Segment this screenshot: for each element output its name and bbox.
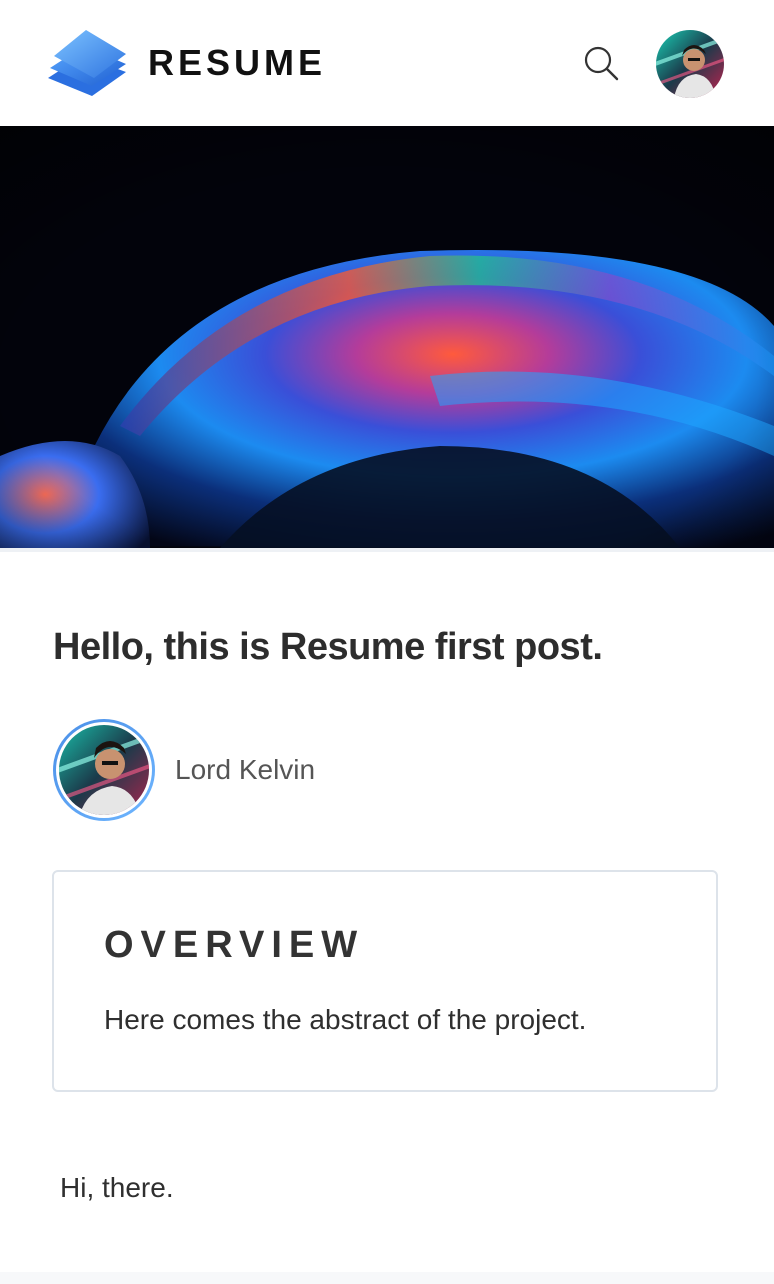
search-icon[interactable] (582, 44, 620, 82)
overview-text: Here comes the abstract of the project. (104, 1004, 587, 1035)
stacked-layers-icon[interactable] (46, 26, 128, 98)
overview-card: OVERVIEW Here comes the abstract of the … (52, 870, 718, 1092)
footer-strip (0, 1272, 774, 1284)
brand-name[interactable]: RESUME (148, 42, 326, 84)
author-name[interactable]: Lord Kelvin (175, 754, 315, 786)
author-avatar[interactable] (52, 718, 156, 822)
overview-heading: OVERVIEW (104, 924, 365, 966)
user-avatar[interactable] (656, 30, 724, 98)
hero-divider (0, 548, 774, 552)
site-header: RESUME (0, 0, 774, 126)
post-body: Hi, there. (60, 1172, 174, 1203)
soap-bubble-hero-image (0, 126, 774, 548)
post-title: Hello, this is Resume first post. (53, 626, 603, 668)
